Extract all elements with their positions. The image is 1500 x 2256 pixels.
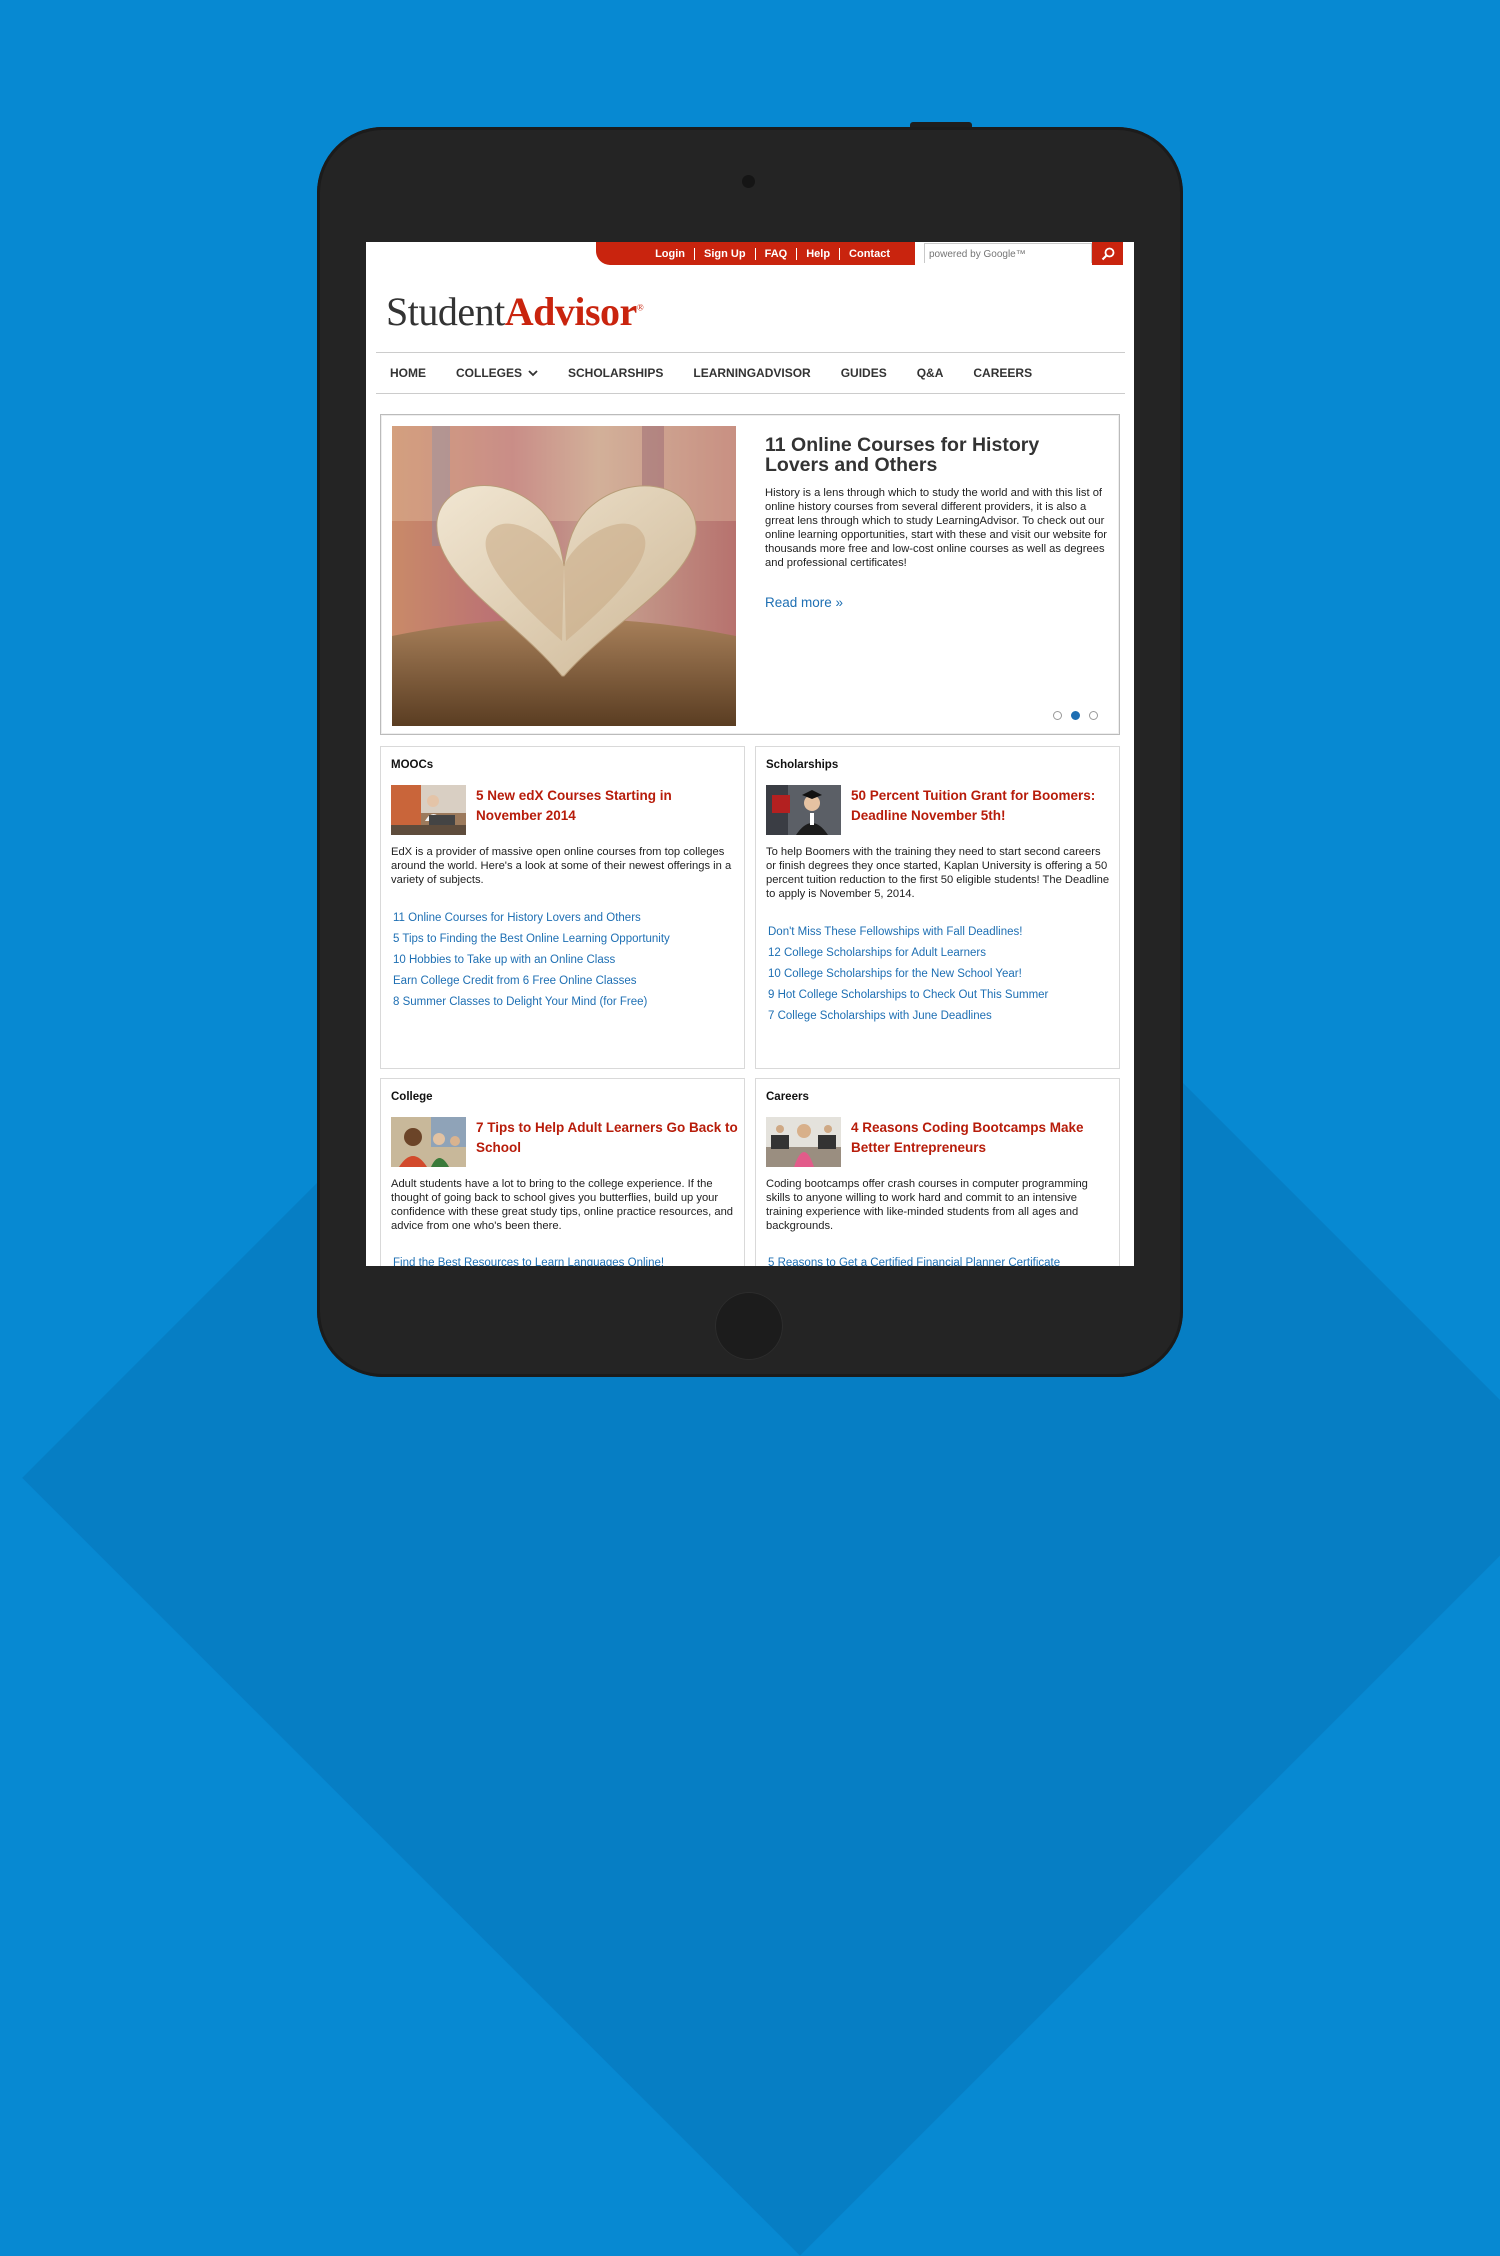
- card-headline[interactable]: 50 Percent Tuition Grant for Boomers: De…: [851, 786, 1113, 826]
- slider-dot-3[interactable]: [1089, 711, 1098, 720]
- list-item: 11 Online Courses for History Lovers and…: [393, 908, 738, 929]
- related-link[interactable]: 5 Reasons to Get a Certified Financial P…: [768, 1257, 1060, 1266]
- nav-colleges-label: COLLEGES: [456, 366, 523, 380]
- card-category: Scholarships: [766, 759, 839, 771]
- list-item: 5 Reasons to Get a Certified Financial P…: [768, 1253, 1113, 1266]
- card-careers: Careers 4 Reasons Coding Bootcamps Make …: [755, 1078, 1120, 1266]
- related-links: 11 Online Courses for History Lovers and…: [393, 908, 738, 1013]
- card-headline[interactable]: 5 New edX Courses Starting in November 2…: [476, 786, 738, 826]
- card-headline[interactable]: 4 Reasons Coding Bootcamps Make Better E…: [851, 1118, 1113, 1158]
- related-link[interactable]: Find the Best Resources to Learn Languag…: [393, 1257, 664, 1266]
- related-links: 5 Reasons to Get a Certified Financial P…: [768, 1253, 1113, 1266]
- hero-excerpt: History is a lens through which to study…: [765, 487, 1108, 569]
- faq-link[interactable]: FAQ: [756, 247, 798, 260]
- related-link[interactable]: 8 Summer Classes to Delight Your Mind (f…: [393, 996, 647, 1008]
- hero-image[interactable]: [392, 426, 736, 726]
- signup-link[interactable]: Sign Up: [695, 247, 756, 260]
- nav-scholarships[interactable]: SCHOLARSHIPS: [568, 366, 663, 380]
- list-item: Don't Miss These Fellowships with Fall D…: [768, 922, 1113, 943]
- list-item: Earn College Credit from 6 Free Online C…: [393, 971, 738, 992]
- related-link[interactable]: 11 Online Courses for History Lovers and…: [393, 912, 641, 924]
- slider-dot-1[interactable]: [1053, 711, 1062, 720]
- list-item: 7 College Scholarships with June Deadlin…: [768, 1006, 1113, 1027]
- card-thumbnail[interactable]: [391, 1117, 466, 1167]
- related-links: Find the Best Resources to Learn Languag…: [393, 1253, 738, 1266]
- nav-learningadvisor[interactable]: LEARNINGADVISOR: [693, 366, 810, 380]
- site-logo[interactable]: StudentAdvisor®: [386, 288, 644, 335]
- nav-home[interactable]: HOME: [390, 366, 426, 380]
- nav-qa[interactable]: Q&A: [917, 366, 944, 380]
- slider-dots: [1053, 711, 1098, 720]
- card-category: Careers: [766, 1091, 809, 1103]
- card-excerpt: Adult students have a lot to bring to th…: [391, 1178, 734, 1232]
- hero-title[interactable]: 11 Online Courses for History Lovers and…: [765, 435, 1075, 475]
- related-link[interactable]: 10 College Scholarships for the New Scho…: [768, 968, 1022, 980]
- card-category: MOOCs: [391, 759, 434, 771]
- contact-link[interactable]: Contact: [840, 248, 899, 260]
- logo-text-student: Student: [386, 289, 505, 334]
- card-thumbnail[interactable]: [766, 785, 841, 835]
- related-link[interactable]: Earn College Credit from 6 Free Online C…: [393, 975, 637, 987]
- browser-screen: Login Sign Up FAQ Help Contact StudentAd…: [366, 242, 1134, 1266]
- logo-registered-mark: ®: [636, 302, 644, 313]
- card-excerpt: EdX is a provider of massive open online…: [391, 846, 732, 886]
- front-camera: [742, 175, 755, 188]
- card-excerpt: Coding bootcamps offer crash courses in …: [766, 1178, 1088, 1232]
- card-college: College 7 Tips to Help Adult Learners Go…: [380, 1078, 745, 1266]
- help-link[interactable]: Help: [797, 247, 841, 260]
- card-thumbnail[interactable]: [391, 785, 466, 835]
- related-link[interactable]: 7 College Scholarships with June Deadlin…: [768, 1010, 992, 1022]
- card-category: College: [391, 1091, 433, 1103]
- list-item: 9 Hot College Scholarships to Check Out …: [768, 985, 1113, 1006]
- home-button[interactable]: [715, 1292, 783, 1360]
- related-link[interactable]: Don't Miss These Fellowships with Fall D…: [768, 926, 1022, 938]
- related-link[interactable]: 9 Hot College Scholarships to Check Out …: [768, 989, 1048, 1001]
- search-input[interactable]: [925, 245, 1091, 264]
- search-box: [924, 243, 1092, 264]
- read-more-link[interactable]: Read more »: [765, 595, 843, 610]
- related-link[interactable]: 5 Tips to Finding the Best Online Learni…: [393, 933, 670, 945]
- list-item: 5 Tips to Finding the Best Online Learni…: [393, 929, 738, 950]
- list-item: 12 College Scholarships for Adult Learne…: [768, 943, 1113, 964]
- chevron-down-icon: [528, 369, 538, 376]
- card-thumbnail[interactable]: [766, 1117, 841, 1167]
- list-item: 8 Summer Classes to Delight Your Mind (f…: [393, 992, 738, 1013]
- related-links: Don't Miss These Fellowships with Fall D…: [768, 922, 1113, 1027]
- card-moocs: MOOCs 5 New edX Courses Starting in Nove…: [380, 746, 745, 1069]
- related-link[interactable]: 10 Hobbies to Take up with an Online Cla…: [393, 954, 615, 966]
- nav-careers[interactable]: CAREERS: [973, 366, 1032, 380]
- main-nav: HOME COLLEGES SCHOLARSHIPS LEARNINGADVIS…: [376, 352, 1125, 394]
- login-link[interactable]: Login: [646, 247, 696, 260]
- nav-guides[interactable]: GUIDES: [841, 366, 887, 380]
- logo-text-advisor: Advisor: [504, 289, 638, 334]
- list-item: 10 Hobbies to Take up with an Online Cla…: [393, 950, 738, 971]
- nav-colleges[interactable]: COLLEGES: [456, 366, 538, 380]
- search-icon: [1101, 247, 1114, 260]
- card-headline[interactable]: 7 Tips to Help Adult Learners Go Back to…: [476, 1118, 738, 1158]
- card-excerpt: To help Boomers with the training they n…: [766, 846, 1110, 900]
- related-link[interactable]: 12 College Scholarships for Adult Learne…: [768, 947, 986, 959]
- list-item: Find the Best Resources to Learn Languag…: [393, 1253, 738, 1266]
- search-button[interactable]: [1092, 242, 1123, 265]
- featured-slider: 11 Online Courses for History Lovers and…: [380, 414, 1120, 735]
- list-item: 10 College Scholarships for the New Scho…: [768, 964, 1113, 985]
- card-scholarships: Scholarships 50 Percent Tuition Grant fo…: [755, 746, 1120, 1069]
- utility-bar: Login Sign Up FAQ Help Contact: [596, 242, 915, 265]
- slider-dot-2[interactable]: [1071, 711, 1080, 720]
